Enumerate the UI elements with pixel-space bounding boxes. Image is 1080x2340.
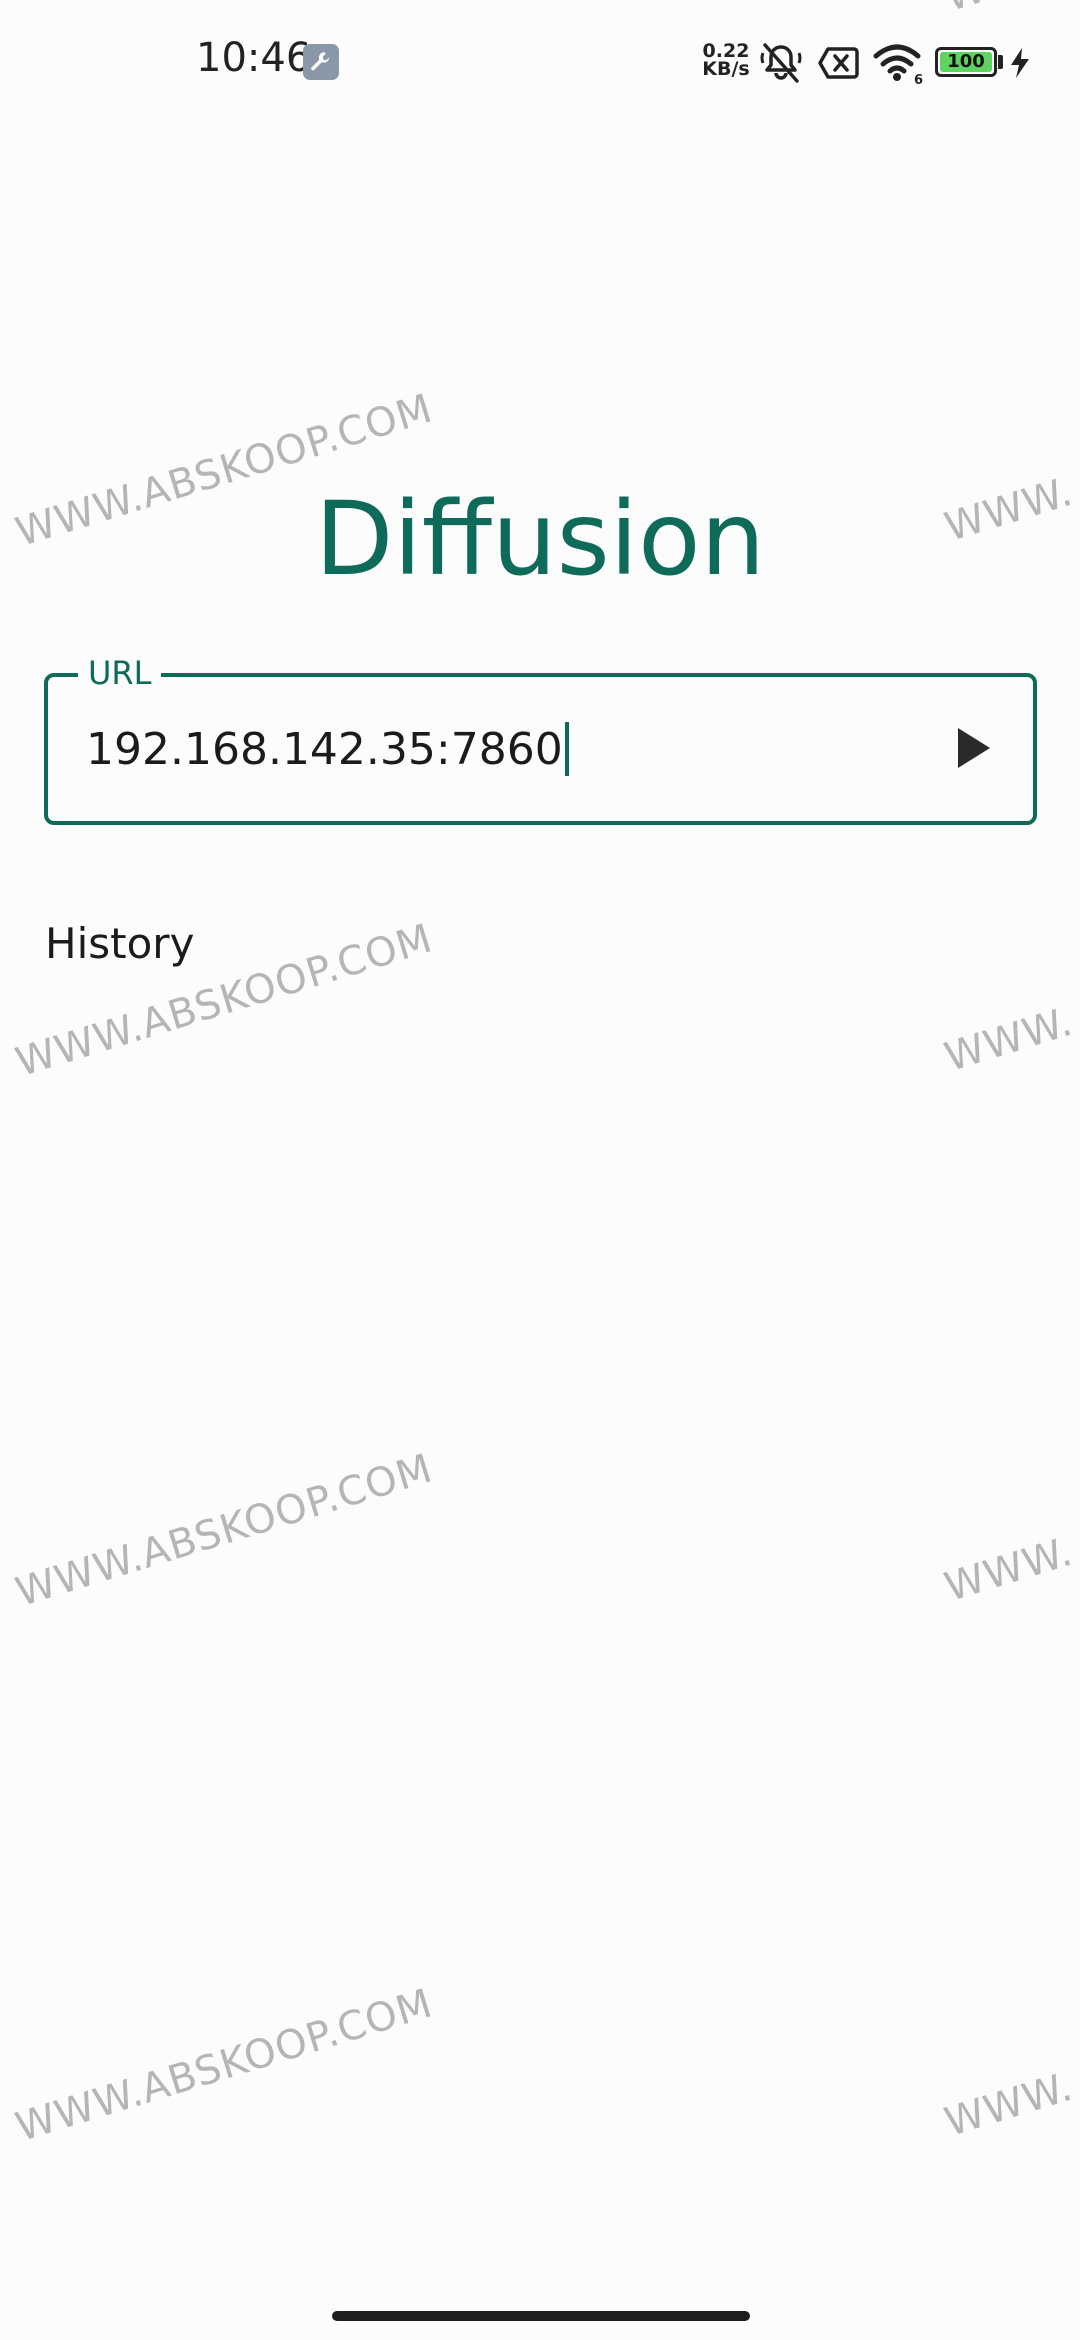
url-input[interactable]: 192.168.142.35:7860	[86, 722, 569, 778]
sim-x-icon	[818, 47, 859, 79]
battery-level: 100	[947, 51, 985, 72]
network-speed: 0.22 KB/s	[701, 42, 751, 80]
watermark: WWW.ABSKOOP.COM	[10, 1445, 438, 1616]
text-cursor	[564, 722, 569, 776]
url-field-label: URL	[78, 653, 162, 693]
watermark: WWW.	[939, 1528, 1079, 1611]
charging-bolt-icon	[1011, 48, 1029, 78]
url-input-value: 192.168.142.35:7860	[86, 724, 563, 775]
wifi-icon: 6	[873, 44, 923, 86]
svg-text:6: 6	[914, 73, 923, 86]
network-speed-unit: KB/s	[702, 58, 750, 80]
play-arrow-icon	[958, 728, 990, 768]
go-button[interactable]	[946, 720, 998, 776]
battery-icon: 100	[935, 47, 997, 77]
battery-cap	[998, 55, 1003, 69]
watermark: WWW.ABSKOOP.COM	[10, 1980, 438, 2151]
gesture-nav-handle[interactable]	[332, 2311, 750, 2321]
watermark: WWW.	[939, 2063, 1079, 2146]
history-heading: History	[45, 919, 195, 968]
watermark: WWW.	[939, 998, 1079, 1081]
bell-muted-icon	[760, 43, 802, 83]
status-time: 10:46	[196, 35, 312, 81]
wrench-icon	[303, 44, 339, 80]
status-bar: 10:46 0.22 KB/s 6 100	[0, 0, 1080, 120]
